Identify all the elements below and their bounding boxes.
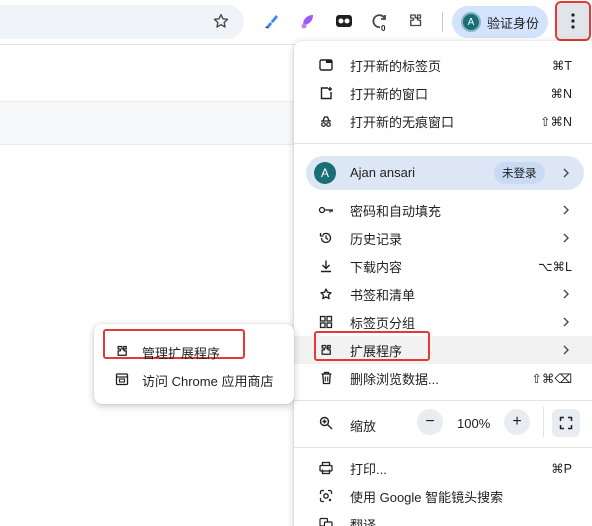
menu-item-clear-data[interactable]: 删除浏览数据... ⇧⌘⌫ xyxy=(294,364,592,392)
menu-divider xyxy=(294,143,592,144)
menu-item-label: 翻译... xyxy=(350,517,387,526)
key-icon xyxy=(318,202,334,218)
brush-extension-icon[interactable] xyxy=(298,11,318,31)
extensions-highlight-box xyxy=(314,331,430,361)
zoom-label: 缩放 xyxy=(350,419,377,434)
browser-toolbar: 0 A 验证身份 xyxy=(0,0,592,45)
download-icon xyxy=(318,258,334,274)
menu-profile-row[interactable]: A Ajan ansari 未登录 xyxy=(306,156,584,190)
menu-item-label: 下载内容 xyxy=(350,259,403,275)
menu-item-print[interactable]: 打印... ⌘P xyxy=(294,454,592,482)
new-window-icon xyxy=(318,85,334,101)
webstore-icon xyxy=(114,371,130,387)
extensions-puzzle-icon[interactable] xyxy=(406,11,426,31)
menu-divider xyxy=(294,400,592,401)
menu-item-label: 标签页分组 xyxy=(350,315,416,331)
avatar: A xyxy=(461,12,481,32)
star-icon xyxy=(318,286,334,302)
profile-name: Ajan ansari xyxy=(350,165,416,180)
pen-extension-icon[interactable] xyxy=(262,11,282,31)
goggles-extension-icon[interactable] xyxy=(334,11,354,31)
grid-icon xyxy=(318,314,334,330)
extensions-submenu: 管理扩展程序 访问 Chrome 应用商店 xyxy=(94,324,294,404)
menu-shortcut: ⌥⌘L xyxy=(538,259,572,274)
menu-item-passwords[interactable]: 密码和自动填充 xyxy=(294,196,592,224)
menu-shortcut: ⌘N xyxy=(550,86,572,101)
chrome-main-menu: 打开新的标签页 ⌘T 打开新的窗口 ⌘N 打开新的无痕窗口 ⇧⌘N A Ajan… xyxy=(294,41,592,526)
zoom-in-button[interactable]: + xyxy=(504,409,530,435)
page-content-strip xyxy=(0,101,300,145)
puzzle-icon xyxy=(114,343,130,359)
chevron-right-icon xyxy=(563,289,569,299)
menu-divider xyxy=(294,447,592,448)
trash-icon xyxy=(318,370,334,386)
chevron-right-icon xyxy=(563,168,569,178)
menu-shortcut: ⇧⌘N xyxy=(539,114,572,129)
three-dot-menu-icon xyxy=(571,13,575,29)
menu-item-label: 书签和清单 xyxy=(350,287,416,303)
fullscreen-button[interactable] xyxy=(552,409,580,437)
submenu-item-label: 管理扩展程序 xyxy=(142,346,221,361)
three-dot-menu-button[interactable] xyxy=(555,1,591,41)
menu-item-label: 打开新的窗口 xyxy=(350,86,429,102)
submenu-item-label: 访问 Chrome 应用商店 xyxy=(142,374,274,389)
chevron-right-icon xyxy=(563,317,569,327)
zoom-row: 缩放 − 100% + xyxy=(294,407,592,439)
fullscreen-icon xyxy=(559,416,573,430)
print-icon xyxy=(318,460,334,476)
menu-shortcut: ⇧⌘⌫ xyxy=(531,371,572,386)
zoom-icon xyxy=(318,415,334,431)
menu-shortcut: ⌘P xyxy=(551,461,572,476)
menu-item-incognito[interactable]: 打开新的无痕窗口 ⇧⌘N xyxy=(294,107,592,135)
zoom-separator xyxy=(543,407,544,437)
new-tab-icon xyxy=(318,57,334,73)
menu-item-label: 打开新的标签页 xyxy=(350,58,442,74)
extension-badge: 0 xyxy=(380,24,387,33)
menu-item-history[interactable]: 历史记录 xyxy=(294,224,592,252)
profile-chip-label: 验证身份 xyxy=(487,15,540,31)
menu-item-label: 密码和自动填充 xyxy=(350,203,442,219)
incognito-icon xyxy=(318,113,334,129)
chevron-right-icon xyxy=(563,345,569,355)
avatar: A xyxy=(314,162,336,184)
submenu-item-chrome-web-store[interactable]: 访问 Chrome 应用商店 xyxy=(94,365,294,393)
signin-status-badge: 未登录 xyxy=(494,162,545,184)
menu-item-label: 使用 Google 智能镜头搜索 xyxy=(350,489,504,505)
menu-item-translate[interactable]: 翻译... xyxy=(294,510,592,526)
menu-shortcut: ⌘T xyxy=(551,58,572,73)
translate-icon xyxy=(318,516,334,526)
submenu-item-manage-extensions[interactable]: 管理扩展程序 xyxy=(94,337,294,365)
zoom-level: 100% xyxy=(457,416,491,431)
chevron-right-icon xyxy=(563,233,569,243)
menu-item-new-tab[interactable]: 打开新的标签页 ⌘T xyxy=(294,51,592,79)
menu-item-label: 打开新的无痕窗口 xyxy=(350,114,455,130)
menu-item-bookmarks[interactable]: 书签和清单 xyxy=(294,280,592,308)
address-bar[interactable] xyxy=(0,5,244,39)
menu-item-google-lens[interactable]: 使用 Google 智能镜头搜索 xyxy=(294,482,592,510)
toolbar-separator xyxy=(442,12,443,32)
star-icon[interactable] xyxy=(212,12,230,30)
menu-item-label: 历史记录 xyxy=(350,231,403,247)
zoom-out-button[interactable]: − xyxy=(417,409,443,435)
chevron-right-icon xyxy=(563,205,569,215)
menu-item-downloads[interactable]: 下载内容 ⌥⌘L xyxy=(294,252,592,280)
lens-icon xyxy=(318,488,334,504)
menu-item-label: 打印... xyxy=(350,461,387,477)
history-icon xyxy=(318,230,334,246)
profile-chip[interactable]: A 验证身份 xyxy=(452,6,548,38)
menu-item-label: 删除浏览数据... xyxy=(350,371,439,387)
menu-item-new-window[interactable]: 打开新的窗口 ⌘N xyxy=(294,79,592,107)
